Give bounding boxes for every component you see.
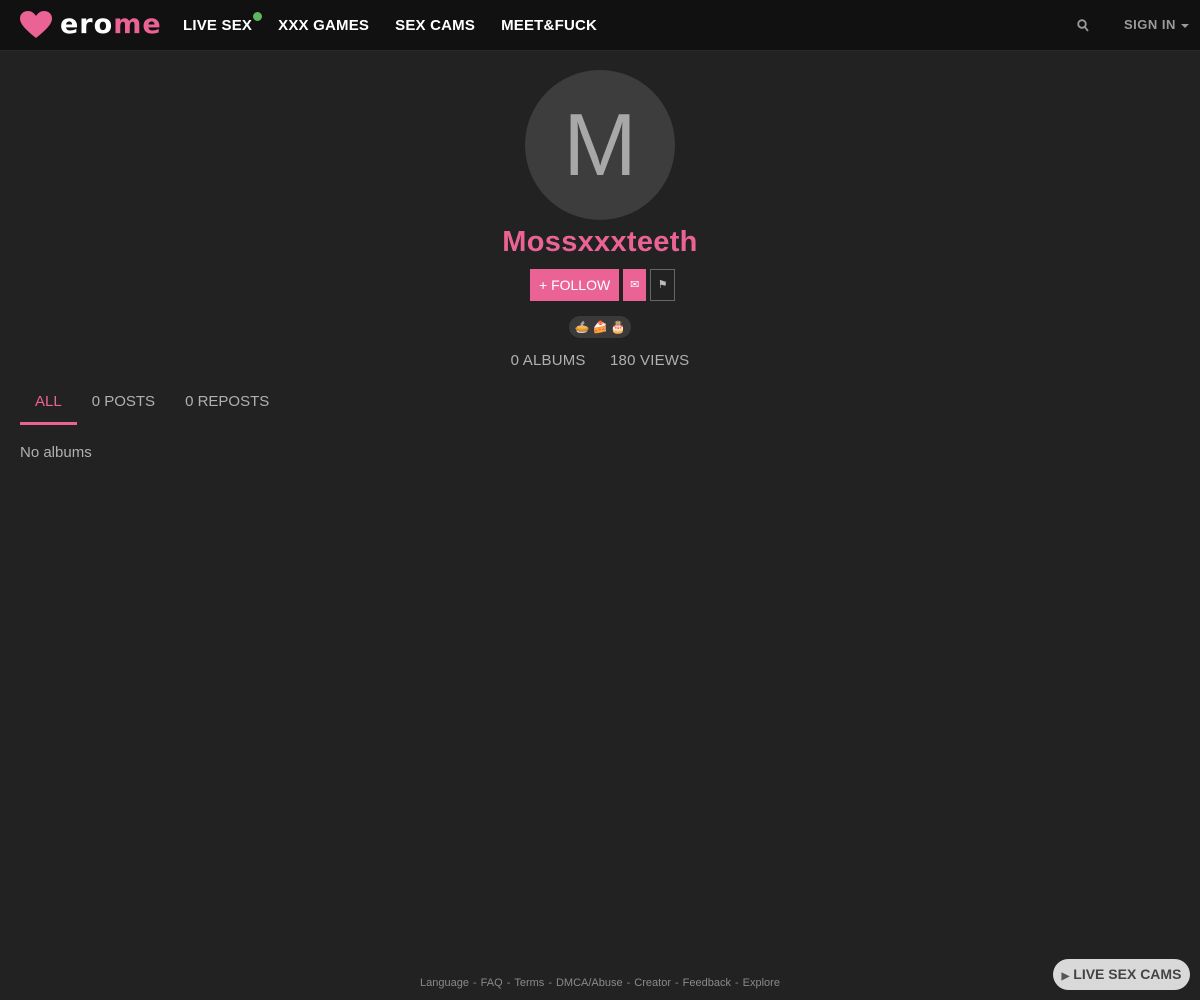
heart-logo-icon xyxy=(20,11,52,38)
footer-links: Language - FAQ - Terms - DMCA/Abuse - Creator - Fe… xyxy=(0,977,1200,989)
message-button[interactable]: ✉ xyxy=(623,269,647,301)
more-options-button[interactable]: ⚑ xyxy=(650,269,676,301)
albums-count: 0 ALBUMS xyxy=(510,352,586,369)
footer-separator: - xyxy=(674,977,679,989)
live-indicator-dot xyxy=(253,11,263,21)
footer-separator: - xyxy=(506,977,511,989)
nav-xxx-games[interactable]: XXX GAMES xyxy=(278,17,369,34)
live-sex-cams-label: LIVE SEX CAMS xyxy=(1073,966,1182,982)
footer-link-language[interactable]: Language xyxy=(420,977,469,989)
profile-tabs: ALL 0 POSTS 0 REPOSTS xyxy=(20,384,284,425)
pie-badge-icon: 🥧 xyxy=(574,320,590,334)
brand-wordmark: erome xyxy=(60,8,162,42)
footer-separator: - xyxy=(626,977,631,989)
envelope-icon: ✉ xyxy=(630,279,640,291)
cake-slice-badge-icon: 🍰 xyxy=(592,320,608,334)
brand-name-pink: me xyxy=(113,9,162,40)
main-nav: LIVE SEX XXX GAMES SEX CAMS MEET&FUCK xyxy=(183,0,623,50)
views-count: 180 VIEWS xyxy=(610,352,690,369)
footer-link-creator[interactable]: Creator xyxy=(634,977,671,989)
tab-reposts[interactable]: 0 REPOSTS xyxy=(170,384,284,422)
search-icon xyxy=(1077,19,1089,32)
caret-down-icon xyxy=(1180,23,1189,28)
footer-separator: - xyxy=(548,977,552,989)
birthday-cake-badge-icon: 🎂 xyxy=(610,320,626,334)
nav-sex-cams[interactable]: SEX CAMS xyxy=(395,17,475,34)
footer-link-dmca[interactable]: DMCA/Abuse xyxy=(556,977,623,989)
nav-live-sex-label: LIVE SEX xyxy=(183,16,253,34)
live-sex-cams-button[interactable]: ▶ LIVE SEX CAMS xyxy=(1053,959,1190,990)
badges-pill[interactable]: 🥧 🍰 🎂 xyxy=(569,316,631,338)
sign-in-label: SIGN IN xyxy=(1124,17,1176,32)
avatar-letter: M xyxy=(563,95,637,194)
profile-username: Mossxxxteeth xyxy=(502,226,698,258)
nav-live-sex[interactable]: LIVE SEX xyxy=(183,11,263,34)
logo[interactable]: erome xyxy=(20,8,162,42)
brand-name-white: ero xyxy=(60,9,114,40)
follow-button[interactable]: + FOLLOW xyxy=(530,269,620,301)
footer-link-explore[interactable]: Explore xyxy=(743,977,780,989)
footer-separator: - xyxy=(473,977,477,989)
tab-all[interactable]: ALL xyxy=(20,384,77,425)
profile-actions: + FOLLOW ✉ ⚑ xyxy=(530,269,676,301)
nav-meet-fuck[interactable]: MEET&FUCK xyxy=(501,17,597,34)
footer-separator: - xyxy=(734,977,739,989)
avatar: M xyxy=(525,70,675,220)
top-navbar: erome LIVE SEX XXX GAMES SEX CAMS MEET&F… xyxy=(0,0,1200,51)
flag-icon: ⚑ xyxy=(657,279,668,291)
profile-stats: 0 ALBUMS 180 VIEWS xyxy=(0,352,1200,369)
sign-in-dropdown[interactable]: SIGN IN xyxy=(1124,15,1189,35)
empty-state-message: No albums xyxy=(20,444,92,461)
search-button[interactable] xyxy=(1076,15,1090,35)
footer-link-faq[interactable]: FAQ xyxy=(481,977,503,989)
tab-posts[interactable]: 0 POSTS xyxy=(77,384,170,422)
video-camera-icon: ▶ xyxy=(1061,971,1070,982)
footer-link-terms[interactable]: Terms xyxy=(514,977,544,989)
footer-link-feedback[interactable]: Feedback xyxy=(683,977,731,989)
